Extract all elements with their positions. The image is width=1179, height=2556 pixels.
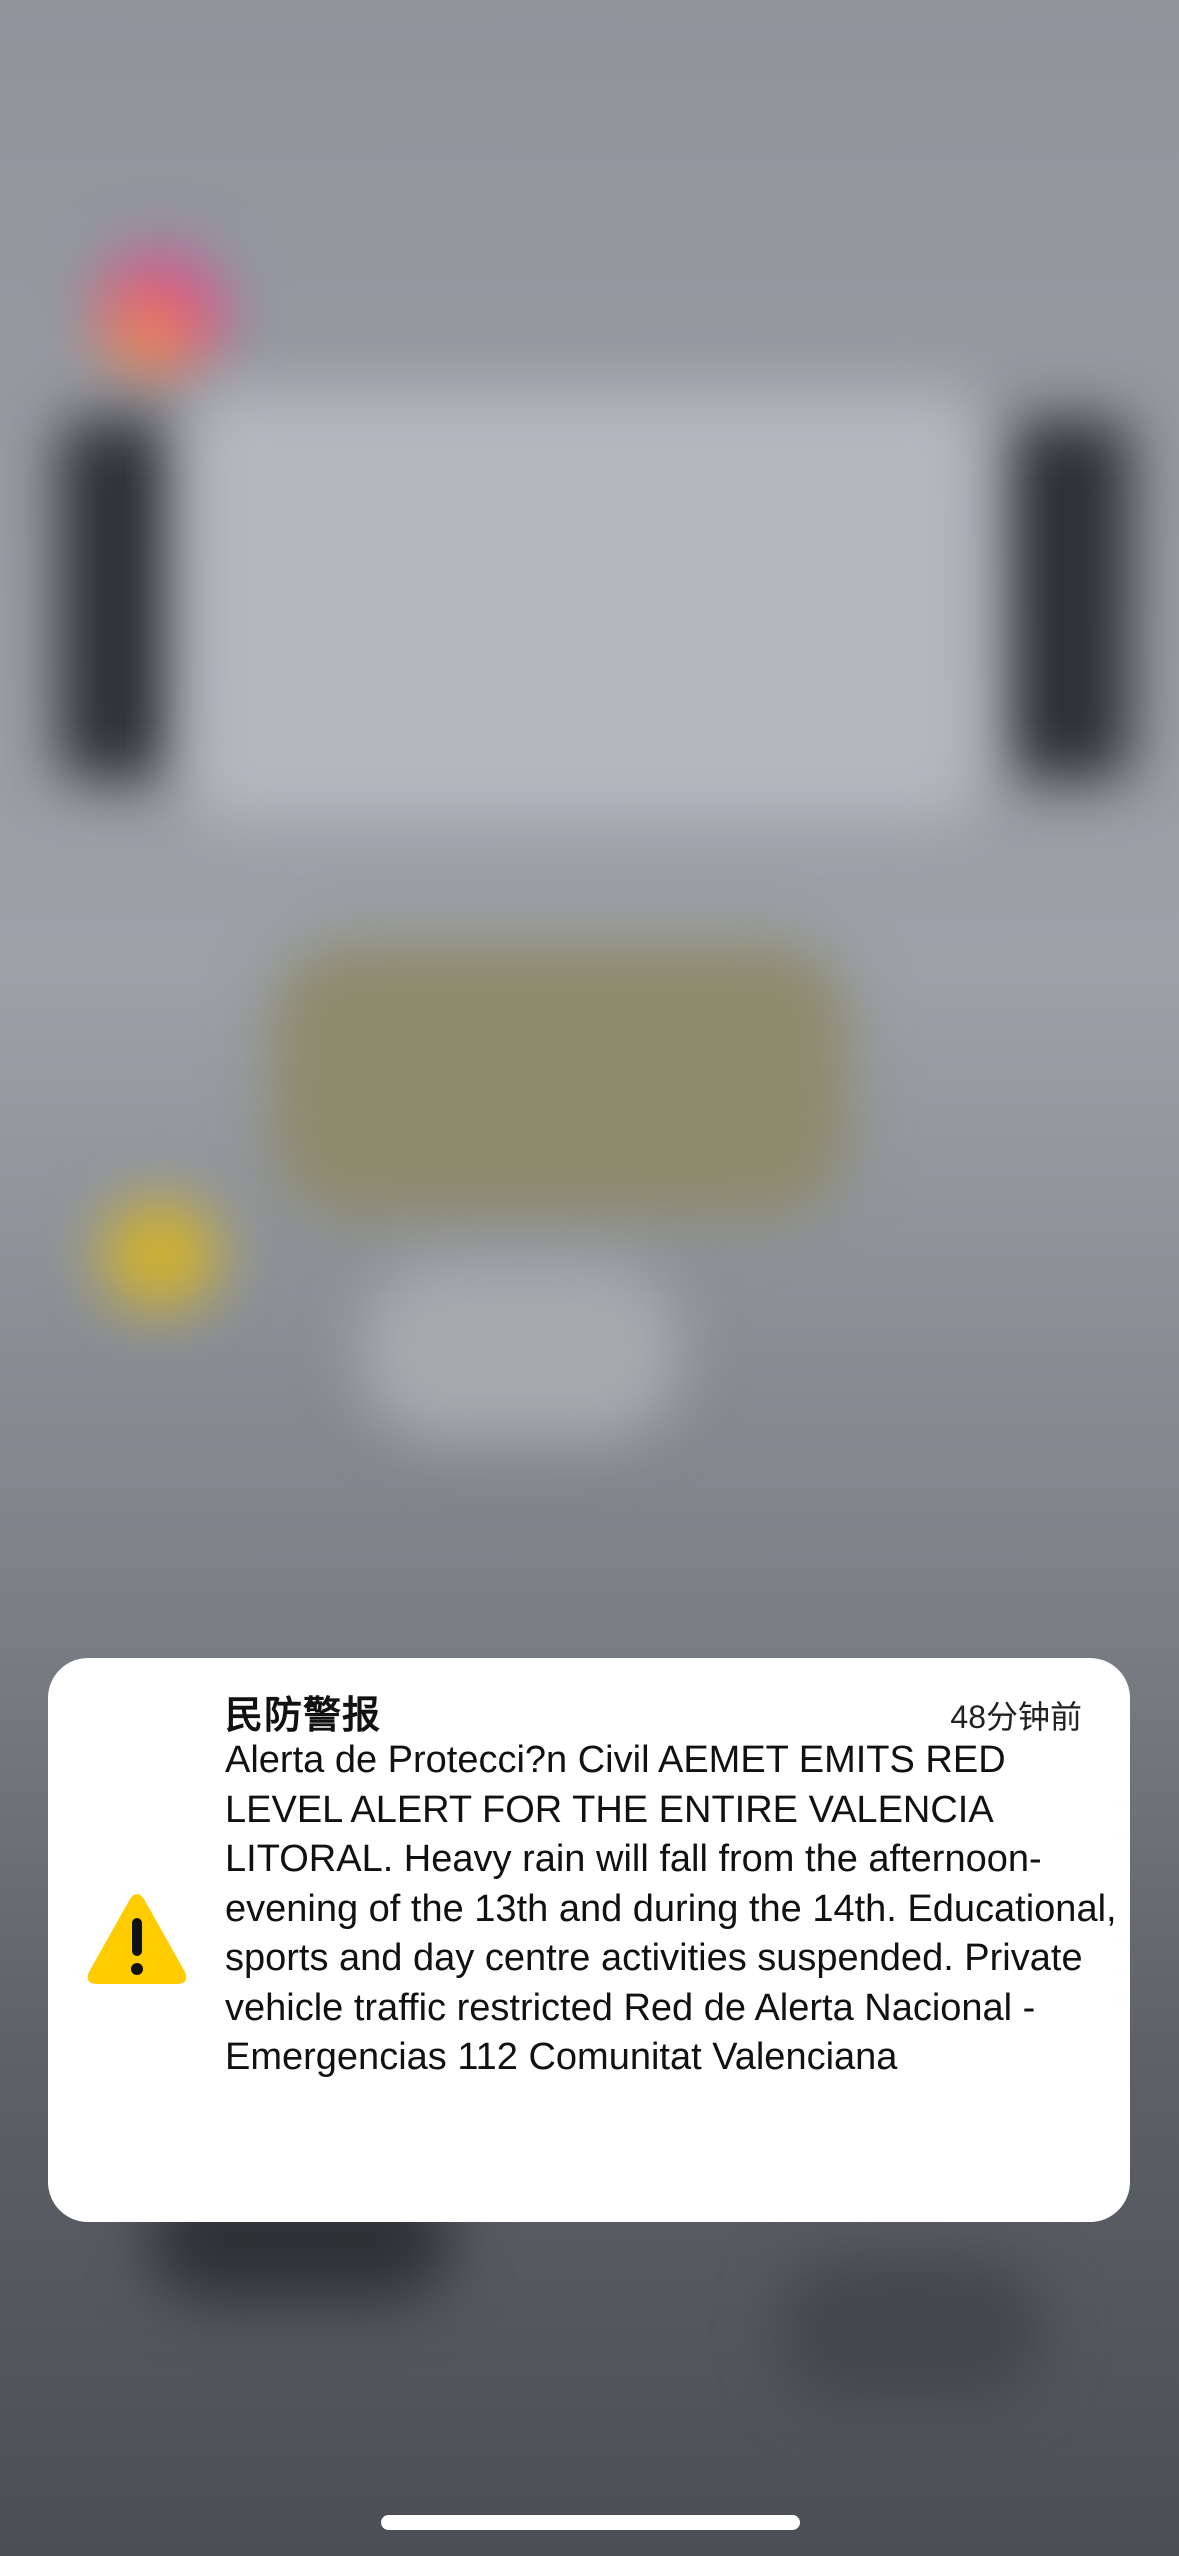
blurred-image (270, 940, 850, 1220)
notification-body: Alerta de Protecci?n Civil AEMET EMITS R… (225, 1739, 1117, 2078)
blurred-yellow-icon (100, 1200, 220, 1310)
notification-title: 民防警报 (225, 1695, 382, 1737)
blurred-shape (1010, 420, 1130, 780)
emergency-alert-notification[interactable]: 民防警报 48分钟前 Alerta de Protecci?n Civil AE… (48, 1658, 1130, 2222)
blurred-shape (60, 420, 170, 780)
warning-triangle-icon (87, 1894, 187, 1984)
blurred-card (190, 390, 980, 820)
home-indicator[interactable] (381, 2515, 800, 2530)
blurred-shape (780, 2260, 1040, 2400)
notification-timestamp: 48分钟前 (950, 1699, 1082, 1735)
blurred-app-avatar (95, 250, 225, 380)
blurred-shape (360, 1260, 680, 1440)
